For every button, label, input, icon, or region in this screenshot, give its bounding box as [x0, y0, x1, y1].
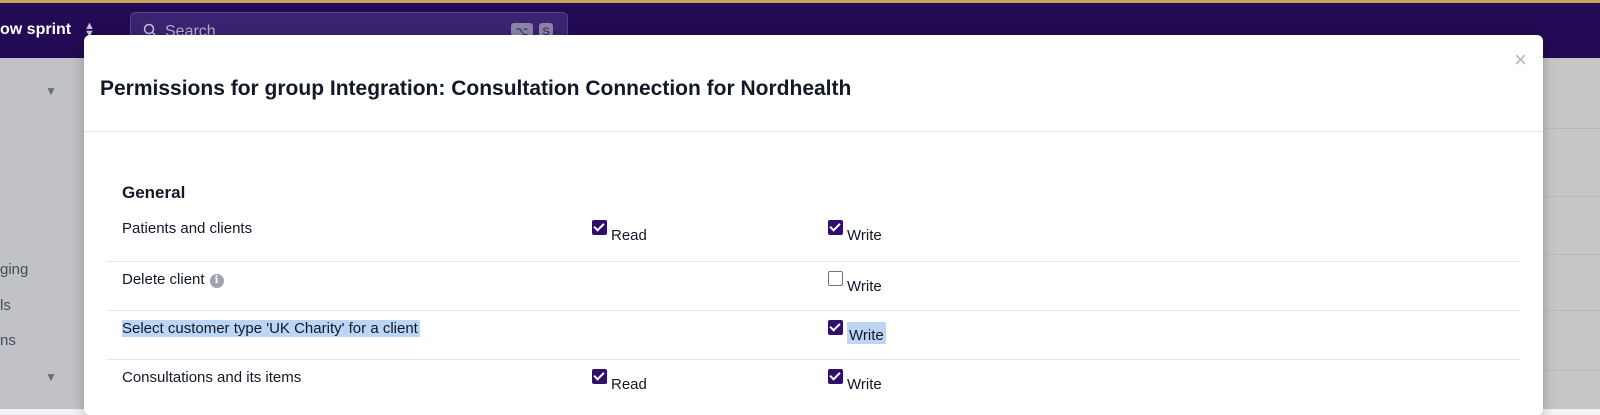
- checkbox-checked[interactable]: [592, 220, 607, 235]
- permission-label-wrap: Delete client i: [122, 271, 224, 288]
- checkbox-checked[interactable]: [828, 220, 843, 235]
- modal-title: Permissions for group Integration: Consu…: [100, 77, 852, 100]
- permission-label: Select customer type 'UK Charity' for a …: [122, 320, 420, 337]
- read-label: Read: [611, 227, 647, 244]
- header-divider: [84, 131, 1543, 132]
- permission-label: Delete client: [122, 271, 205, 288]
- close-icon[interactable]: ×: [1514, 49, 1527, 71]
- checkbox-checked[interactable]: [828, 369, 843, 384]
- write-label: Write: [847, 376, 882, 393]
- permission-label: Consultations and its items: [122, 369, 302, 386]
- permission-row: Select customer type 'UK Charity' for a …: [106, 310, 1520, 360]
- write-label: Write: [847, 322, 886, 344]
- read-label: Read: [611, 376, 647, 393]
- section-title-general: General: [122, 183, 186, 202]
- info-icon[interactable]: i: [209, 274, 224, 288]
- permissions-modal: × Permissions for group Integration: Con…: [84, 35, 1543, 415]
- checkbox-checked[interactable]: [828, 320, 843, 335]
- sprint-selector-label[interactable]: ow sprint: [0, 21, 71, 39]
- permission-row: Patients and clients Read Write: [106, 211, 1520, 260]
- permission-row: Consultations and its items Read Write: [106, 359, 1520, 409]
- checkbox-checked[interactable]: [592, 369, 607, 384]
- permission-row: Delete client i Write: [106, 261, 1520, 311]
- checkbox-unchecked[interactable]: [828, 271, 843, 286]
- write-label: Write: [847, 227, 882, 244]
- write-label: Write: [847, 278, 882, 295]
- permission-label: Patients and clients: [122, 220, 253, 237]
